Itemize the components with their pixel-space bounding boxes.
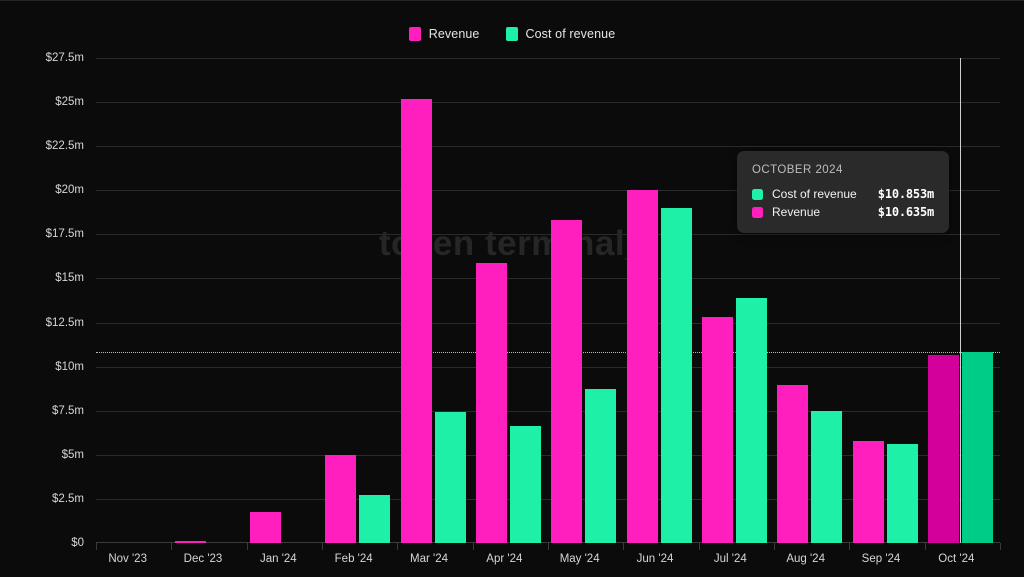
x-axis-tick-mark: [699, 543, 700, 550]
x-axis-tick-mark: [397, 543, 398, 550]
y-axis-tick-label: $25m: [0, 96, 84, 108]
x-axis-tick-label: Sep '24: [862, 553, 901, 565]
x-axis-tick-mark: [548, 543, 549, 550]
x-axis-tick-label: Aug '24: [786, 553, 825, 565]
x-axis-tick-mark: [171, 543, 172, 550]
bar-cost-of-revenue[interactable]: [811, 411, 842, 543]
bar-cost-of-revenue[interactable]: [962, 352, 993, 543]
x-axis-tick-label: Oct '24: [938, 553, 974, 565]
x-axis-tick-mark: [623, 543, 624, 550]
plot-area[interactable]: token terminal_: [96, 58, 1000, 543]
y-axis-tick-label: $20m: [0, 184, 84, 196]
bar-revenue[interactable]: [175, 541, 206, 543]
x-axis-tick-label: Feb '24: [335, 553, 373, 565]
bar-cost-of-revenue[interactable]: [736, 298, 767, 543]
x-axis-tick-mark: [774, 543, 775, 550]
tooltip-title: OCTOBER 2024: [752, 164, 934, 176]
y-axis-tick-label: $27.5m: [0, 52, 84, 64]
tooltip-row-cost-of-revenue: Cost of revenue $10.853m: [752, 187, 934, 201]
y-axis-tick-label: $5m: [0, 449, 84, 461]
bar-revenue[interactable]: [702, 317, 733, 543]
chart-container: Revenue Cost of revenue token terminal_ …: [0, 0, 1024, 577]
legend-label-revenue: Revenue: [429, 27, 480, 41]
bar-cost-of-revenue[interactable]: [510, 426, 541, 543]
bar-revenue[interactable]: [777, 385, 808, 543]
x-axis-tick-label: Jan '24: [260, 553, 297, 565]
y-axis-tick-label: $22.5m: [0, 140, 84, 152]
chart-legend: Revenue Cost of revenue: [0, 27, 1024, 41]
x-axis-tick-label: Jul '24: [714, 553, 747, 565]
x-axis-tick-mark: [96, 543, 97, 550]
legend-item-revenue[interactable]: Revenue: [409, 27, 480, 41]
bar-cost-of-revenue[interactable]: [435, 412, 466, 543]
y-axis-tick-label: $10m: [0, 361, 84, 373]
legend-swatch-revenue: [409, 27, 421, 41]
hover-tooltip: OCTOBER 2024 Cost of revenue $10.853m Re…: [737, 151, 949, 233]
x-axis-tick-mark: [322, 543, 323, 550]
tooltip-name-revenue: Revenue: [772, 205, 878, 219]
y-axis-tick-label: $15m: [0, 272, 84, 284]
x-axis: Nov '23 Dec '23 Jan '24 Feb '24 Mar '24 Apr '…: [96, 543, 1000, 577]
top-divider: [0, 0, 1024, 1]
x-axis-tick-label: Jun '24: [637, 553, 674, 565]
y-axis-tick-label: $7.5m: [0, 405, 84, 417]
bar-revenue[interactable]: [551, 220, 582, 543]
bar-revenue[interactable]: [928, 355, 959, 543]
y-axis-tick-label: $2.5m: [0, 493, 84, 505]
bar-cost-of-revenue[interactable]: [661, 208, 692, 543]
x-axis-tick-mark: [1000, 543, 1001, 550]
tooltip-value-revenue: $10.635m: [878, 205, 934, 219]
bar-cost-of-revenue[interactable]: [359, 495, 390, 543]
bars-layer: [96, 58, 1000, 543]
legend-swatch-cost-of-revenue: [506, 27, 518, 41]
x-axis-tick-mark: [473, 543, 474, 550]
tooltip-swatch-cost-of-revenue: [752, 189, 763, 200]
tooltip-name-cost-of-revenue: Cost of revenue: [772, 187, 878, 201]
y-axis-tick-label: $0: [0, 537, 84, 549]
x-axis-tick-label: Mar '24: [410, 553, 448, 565]
tooltip-row-revenue: Revenue $10.635m: [752, 205, 934, 219]
bar-revenue[interactable]: [627, 190, 658, 543]
x-axis-tick-label: Apr '24: [486, 553, 522, 565]
bar-cost-of-revenue[interactable]: [887, 444, 918, 543]
bar-revenue[interactable]: [401, 99, 432, 543]
x-axis-tick-mark: [925, 543, 926, 550]
legend-item-cost-of-revenue[interactable]: Cost of revenue: [506, 27, 616, 41]
x-axis-tick-label: Nov '23: [108, 553, 147, 565]
bar-revenue[interactable]: [250, 512, 281, 543]
bar-cost-of-revenue[interactable]: [585, 389, 616, 543]
bar-revenue[interactable]: [476, 263, 507, 543]
tooltip-swatch-revenue: [752, 207, 763, 218]
legend-label-cost-of-revenue: Cost of revenue: [526, 27, 616, 41]
tooltip-value-cost-of-revenue: $10.853m: [878, 187, 934, 201]
bar-revenue[interactable]: [325, 455, 356, 543]
y-axis-tick-label: $17.5m: [0, 228, 84, 240]
bar-revenue[interactable]: [853, 441, 884, 543]
x-axis-tick-mark: [247, 543, 248, 550]
x-axis-tick-mark: [849, 543, 850, 550]
x-axis-tick-label: May '24: [560, 553, 600, 565]
y-axis-tick-label: $12.5m: [0, 317, 84, 329]
x-axis-tick-label: Dec '23: [184, 553, 223, 565]
